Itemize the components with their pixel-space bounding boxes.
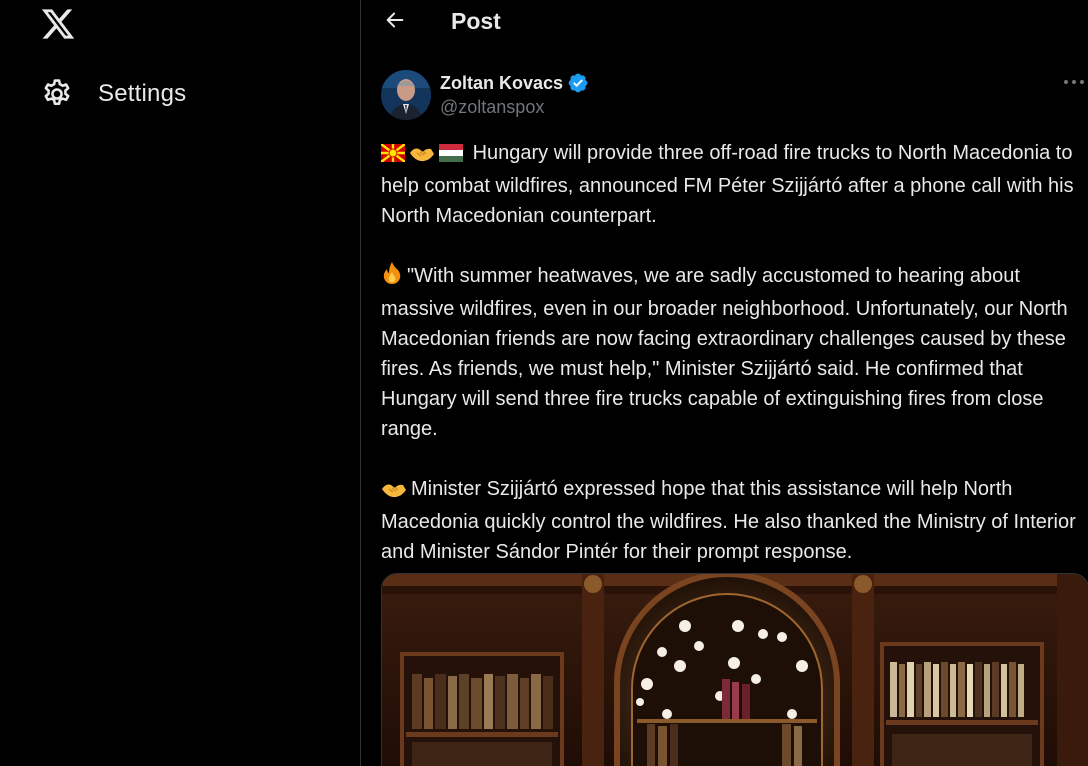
post-column: Post Zoltan Kovacs @zoltanspox Hungary w…: [361, 0, 1088, 766]
tweet-paragraph-2: "With summer heatwaves, we are sadly acc…: [381, 261, 1088, 444]
avatar[interactable]: [381, 70, 431, 120]
author-handle[interactable]: @zoltanspox: [440, 97, 544, 118]
tweet-paragraph-1: Hungary will provide three off-road fire…: [380, 138, 1088, 231]
author-name-text: Zoltan Kovacs: [440, 72, 564, 93]
handshake-icon: [409, 141, 435, 171]
tweet-text: Hungary will provide three off-road fire…: [380, 138, 1088, 567]
fire-icon: [381, 261, 403, 294]
nav-settings-label: Settings: [98, 80, 187, 107]
page-title: Post: [451, 8, 501, 34]
more-horizontal-icon: [1061, 79, 1087, 96]
tweet-image[interactable]: [381, 573, 1088, 766]
back-button[interactable]: [379, 6, 411, 38]
tweet-paragraph-2-text: "With summer heatwaves, we are sadly acc…: [381, 265, 1068, 440]
tweet-paragraph-1-text: Hungary will provide three off-road fire…: [381, 142, 1074, 227]
author-block: Zoltan Kovacs @zoltanspox: [381, 70, 1081, 122]
tweet-paragraph-3: Minister Szijjártó expressed hope that t…: [381, 474, 1088, 567]
nav-settings-link[interactable]: Settings: [40, 74, 186, 114]
post-header: Post: [361, 0, 1088, 46]
hungary-flag-icon: [439, 141, 463, 171]
author-name[interactable]: Zoltan Kovacs: [440, 72, 589, 94]
verified-badge-icon: [567, 72, 589, 94]
app-root: Settings Post Zoltan Kovacs @zoltanspox …: [0, 0, 1088, 766]
left-nav: Settings: [0, 0, 360, 766]
x-logo-icon[interactable]: [40, 6, 76, 42]
more-options-button[interactable]: [1061, 72, 1087, 92]
gear-icon: [40, 77, 74, 111]
north-macedonia-flag-icon: [380, 141, 406, 171]
arrow-left-icon: [384, 9, 406, 36]
library-photo: [382, 574, 1088, 766]
tweet-paragraph-3-text: Minister Szijjártó expressed hope that t…: [381, 478, 1076, 563]
handshake-icon: [381, 477, 407, 507]
